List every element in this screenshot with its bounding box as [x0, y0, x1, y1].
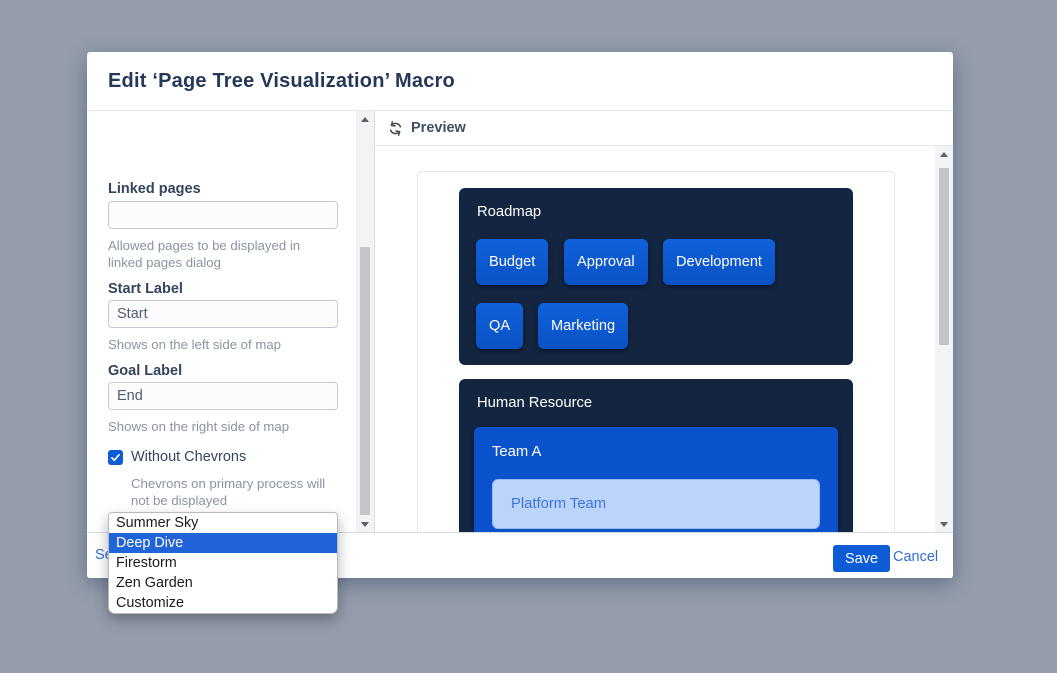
team-title: Team A — [492, 444, 542, 460]
preview-canvas: Roadmap Budget Approval Development QA M… — [417, 171, 895, 532]
preview-content: Roadmap Budget Approval Development QA M… — [375, 146, 935, 532]
triangle-up-icon — [361, 116, 369, 122]
theme-option-deep-dive[interactable]: Deep Dive — [109, 533, 337, 553]
preview-card-human-resource: Human Resource Team A Platform Team — [459, 379, 853, 532]
preview-title: Preview — [411, 120, 466, 136]
start-label-help: Shows on the left side of map — [108, 337, 282, 352]
node-budget: Budget — [476, 239, 549, 285]
linked-pages-label: Linked pages — [108, 181, 201, 197]
theme-option-summer-sky[interactable]: Summer Sky — [109, 513, 337, 533]
start-label-label: Start Label — [108, 281, 183, 297]
preview-card-roadmap: Roadmap Budget Approval Development QA M… — [459, 188, 853, 365]
node-platform-team: Platform Team — [492, 479, 820, 529]
checkmark-icon — [111, 453, 120, 461]
screen-backdrop: Edit ‘Page Tree Visualization’ Macro Lin… — [0, 0, 1057, 673]
scroll-down-button[interactable] — [935, 516, 953, 532]
node-team-a: Team A Platform Team — [474, 427, 838, 532]
theme-option-zen-garden[interactable]: Zen Garden — [109, 573, 337, 593]
goal-label-help: Shows on the right side of map — [108, 419, 290, 434]
linked-pages-input[interactable] — [108, 201, 338, 229]
card-title: Human Resource — [477, 395, 593, 411]
preview-scrollbar[interactable] — [935, 146, 953, 532]
without-chevrons-label: Without Chevrons — [131, 449, 247, 465]
node-development: Development — [663, 239, 775, 285]
preview-scrollbar-thumb[interactable] — [939, 168, 949, 345]
scroll-down-button[interactable] — [356, 516, 374, 532]
refresh-icon[interactable] — [388, 120, 403, 136]
node-approval: Approval — [564, 239, 648, 285]
preview-panel: Preview Roadmap Budget Approval Developm… — [375, 111, 953, 532]
scroll-up-button[interactable] — [356, 111, 374, 127]
save-button[interactable]: Save — [833, 545, 891, 572]
triangle-down-icon — [940, 521, 948, 527]
goal-label-input[interactable] — [108, 382, 338, 410]
start-label-input[interactable] — [108, 300, 338, 328]
cancel-button[interactable]: Cancel — [893, 549, 938, 565]
node-qa: QA — [476, 303, 524, 349]
theme-option-firestorm[interactable]: Firestorm — [109, 553, 337, 573]
without-chevrons-row: Without Chevrons — [108, 449, 246, 465]
card-title: Roadmap — [477, 204, 542, 220]
triangle-down-icon — [361, 521, 369, 527]
macro-edit-dialog: Edit ‘Page Tree Visualization’ Macro Lin… — [87, 52, 953, 578]
theme-option-customize[interactable]: Customize — [109, 593, 337, 613]
node-marketing: Marketing — [538, 303, 629, 349]
goal-label-label: Goal Label — [108, 363, 183, 379]
triangle-up-icon — [940, 151, 948, 157]
form-scrollbar[interactable] — [356, 111, 374, 532]
form-scrollbar-thumb[interactable] — [360, 247, 370, 515]
dialog-header: Edit ‘Page Tree Visualization’ Macro — [87, 52, 953, 111]
linked-pages-help: Allowed pages to be displayed in linked … — [108, 238, 301, 270]
theme-dropdown-list: Summer Sky Deep Dive Firestorm Zen Garde… — [108, 512, 338, 614]
dialog-title: Edit ‘Page Tree Visualization’ Macro — [108, 69, 455, 92]
without-chevrons-checkbox[interactable] — [108, 449, 123, 465]
without-chevrons-help: Chevrons on primary process will not be … — [131, 476, 326, 508]
settings-panel: Linked pages Allowed pages to be display… — [87, 111, 375, 569]
scroll-up-button[interactable] — [935, 146, 953, 162]
preview-header: Preview — [375, 111, 953, 146]
